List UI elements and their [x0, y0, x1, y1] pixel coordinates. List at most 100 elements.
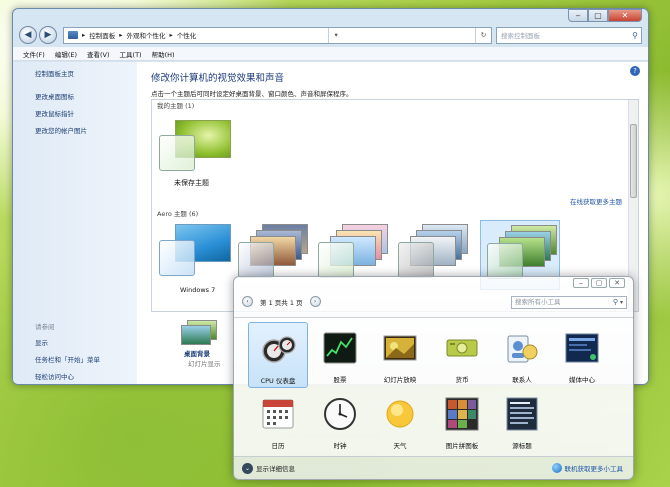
menu-bar: 文件(F) 编辑(E) 查看(V) 工具(T) 帮助(H)	[13, 47, 648, 61]
clock-icon	[324, 398, 356, 430]
gadget-window-controls: ‒ ▢ ✕	[573, 278, 625, 288]
contacts-icon	[507, 335, 538, 363]
weather-icon	[386, 400, 414, 428]
wallpaper-stack	[181, 325, 211, 345]
window-color-swatch	[238, 242, 274, 278]
breadcrumb-appearance[interactable]: 外观和个性化	[127, 30, 166, 40]
window-color-swatch	[398, 242, 434, 278]
gadget-weather[interactable]: 天气	[370, 388, 430, 454]
refresh-icon[interactable]: ↻	[474, 27, 491, 43]
window-color-swatch	[159, 135, 195, 171]
window-color-swatch	[318, 242, 354, 278]
unsaved-theme-thumbnail[interactable]	[159, 117, 235, 177]
gadget-cpu-meter[interactable]: CPU 仪表盘	[248, 322, 308, 388]
desktop-background-link[interactable]: 桌面背景	[184, 348, 210, 358]
show-details-toggle[interactable]: ⌄ 显示详细信息	[242, 462, 295, 474]
window-color-swatch	[487, 243, 523, 279]
sidebar-home-link[interactable]: 控制面板主页	[35, 68, 137, 78]
chevron-down-icon: ⌄	[242, 462, 253, 474]
gadget-label: 货币	[455, 376, 469, 384]
see-also-taskbar-link[interactable]: 任务栏和「开始」菜单	[35, 354, 137, 364]
slideshow-icon	[383, 335, 417, 361]
gadget-contacts[interactable]: 联系人	[492, 322, 552, 388]
gadget-search-input[interactable]: 搜索所有小工具 ⚲ ▾	[511, 296, 627, 309]
feed-headlines-icon	[506, 397, 538, 431]
sidebar: 控制面板主页 更改桌面图标 更改鼠标指针 更改您的帐户图片 请参阅 显示 任务栏…	[13, 62, 137, 384]
menu-file[interactable]: 文件(F)	[23, 49, 45, 59]
next-page-button[interactable]: ›	[309, 296, 321, 307]
menu-tools[interactable]: 工具(T)	[120, 49, 142, 59]
page-indicator: 第 1 页共 1 页	[260, 298, 303, 307]
sidebar-account-picture-link[interactable]: 更改您的帐户图片	[35, 125, 137, 135]
gadget-calendar[interactable]: 日历	[248, 388, 308, 454]
calendar-icon	[262, 399, 294, 429]
navigation-row: ◀ ▶ ▸ 控制面板 ▸ 外观和个性化 ▸ 个性化 ▾ ↻ 搜索控制面板 ⚲	[19, 25, 642, 45]
page-title: 修改你计算机的视觉效果和声音	[151, 73, 285, 84]
scrollbar-thumb[interactable]	[630, 124, 637, 198]
gadget-minimize-button[interactable]: ‒	[573, 278, 589, 288]
get-more-gadgets-link[interactable]: 联机获取更多小工具	[551, 463, 624, 473]
address-separator: ▸	[169, 31, 173, 39]
gadget-label: 日历	[271, 442, 285, 450]
search-icon[interactable]: ⚲	[613, 297, 618, 308]
window-color-swatch	[159, 240, 195, 276]
gadget-clock[interactable]: 时钟	[310, 388, 370, 454]
maximize-button[interactable]: ▢	[588, 9, 608, 22]
stocks-icon	[323, 332, 357, 364]
gadget-picture-puzzle[interactable]: 图片拼图板	[432, 388, 492, 454]
unsaved-theme-label: 未保存主题	[174, 179, 209, 187]
page-description: 点击一个主题后可同时设定好桌面背景、窗口颜色、声音和屏保程序。	[151, 90, 353, 98]
gadget-stocks[interactable]: 股票	[310, 322, 370, 388]
globe-icon	[551, 463, 562, 473]
search-placeholder: 搜索控制面板	[501, 32, 540, 40]
gadget-label: 源标题	[512, 442, 532, 450]
gadget-close-button[interactable]: ✕	[609, 278, 625, 288]
gadget-currency[interactable]: 货币	[432, 322, 492, 388]
aero-theme-windows7[interactable]	[159, 222, 233, 286]
menu-edit[interactable]: 编辑(E)	[55, 49, 77, 59]
back-button[interactable]: ◀	[19, 26, 37, 44]
get-more-themes-link[interactable]: 在线获取更多主题	[570, 196, 622, 206]
gadget-media-center[interactable]: 媒体中心	[552, 322, 612, 388]
currency-icon	[446, 339, 478, 357]
prev-page-button[interactable]: ‹	[242, 296, 253, 307]
show-details-label: 显示详细信息	[256, 465, 295, 473]
gadget-label: 幻灯片放映	[383, 376, 417, 384]
gadget-pager: ‹ 第 1 页共 1 页 ›	[242, 296, 321, 307]
gadget-label: 天气	[393, 442, 407, 450]
my-themes-label: 我的主题 (1)	[157, 102, 195, 110]
search-icon[interactable]: ⚲	[632, 31, 638, 40]
sidebar-desktop-icons-link[interactable]: 更改桌面图标	[35, 91, 137, 101]
get-more-gadgets-label: 联机获取更多小工具	[564, 465, 624, 473]
address-separator: ▸	[119, 31, 123, 39]
gadget-label: 股票	[333, 376, 347, 384]
gadget-slideshow[interactable]: 幻灯片放映	[370, 322, 430, 388]
gadget-feed-headlines[interactable]: 源标题	[492, 388, 552, 454]
gadget-search-placeholder: 搜索所有小工具	[515, 298, 561, 306]
forward-button[interactable]: ▶	[39, 26, 57, 44]
desktop-background-icon[interactable]	[177, 320, 221, 346]
cpu-meter-icon	[262, 336, 296, 363]
gadget-maximize-button[interactable]: ▢	[591, 278, 607, 288]
menu-view[interactable]: 查看(V)	[87, 49, 110, 59]
see-also-heading: 请参阅	[35, 323, 55, 331]
see-also-ease-of-access-link[interactable]: 轻松访问中心	[35, 371, 137, 381]
picture-puzzle-icon	[445, 397, 479, 431]
address-bar[interactable]: ▸ 控制面板 ▸ 外观和个性化 ▸ 个性化 ▾ ↻	[63, 26, 492, 44]
gadget-label: 图片拼图板	[445, 442, 479, 450]
breadcrumb-control-panel[interactable]: 控制面板	[89, 30, 115, 40]
gadget-label: 联系人	[512, 376, 532, 384]
breadcrumb-personalization[interactable]: 个性化	[177, 30, 197, 40]
close-button[interactable]: ✕	[608, 9, 642, 22]
sidebar-mouse-pointer-link[interactable]: 更改鼠标指针	[35, 108, 137, 118]
aero-theme-windows7-label: Windows 7	[180, 286, 216, 294]
search-dropdown-icon[interactable]: ▾	[620, 297, 623, 308]
menu-help[interactable]: 帮助(H)	[152, 49, 175, 59]
search-input[interactable]: 搜索控制面板 ⚲	[496, 26, 642, 44]
control-panel-icon	[68, 31, 78, 39]
minimize-button[interactable]: ‒	[568, 9, 588, 22]
see-also-display-link[interactable]: 显示	[35, 337, 137, 347]
address-separator: ▸	[82, 31, 86, 39]
address-dropdown-icon[interactable]: ▾	[327, 27, 344, 43]
help-icon[interactable]: ?	[630, 66, 640, 76]
